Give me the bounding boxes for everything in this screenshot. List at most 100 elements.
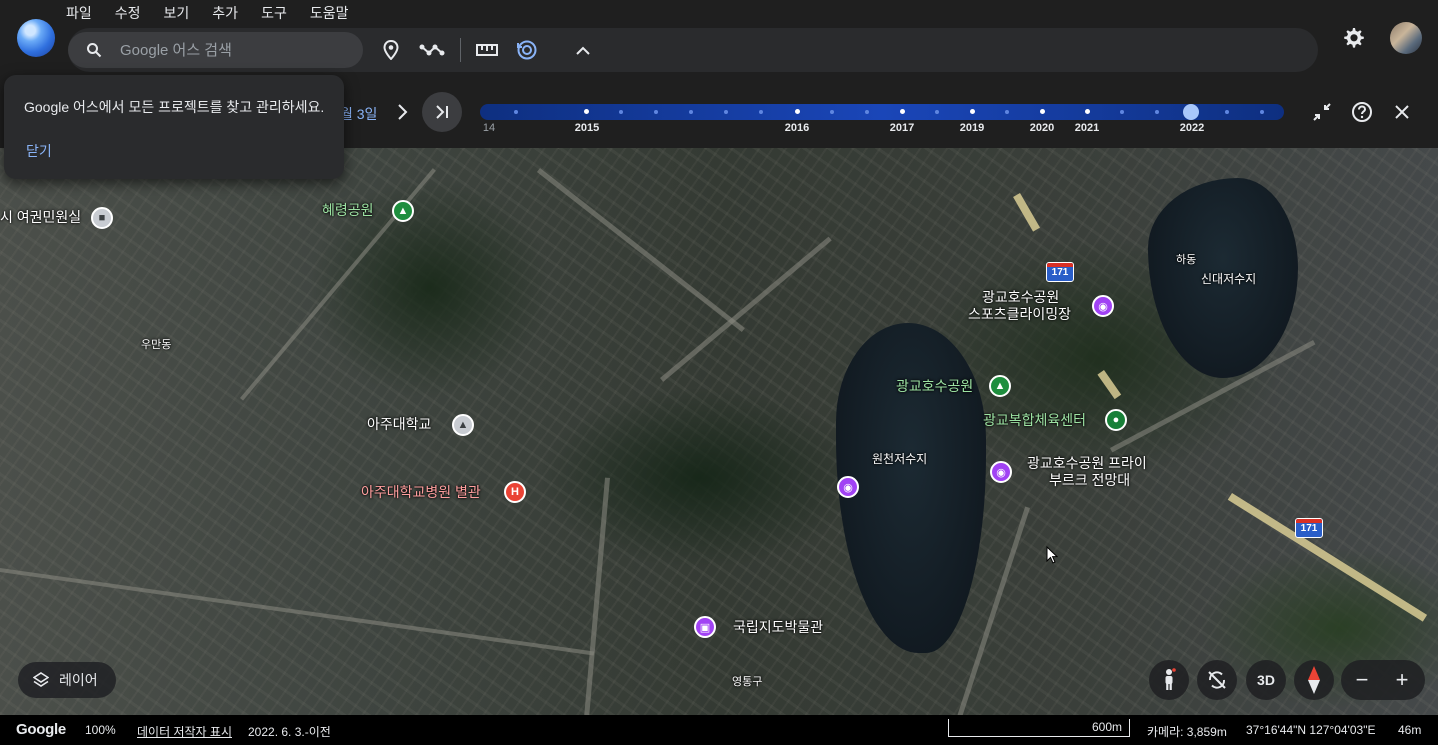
close-icon bbox=[1395, 105, 1409, 119]
search-icon bbox=[87, 43, 102, 58]
zoom-out-button[interactable]: − bbox=[1350, 668, 1374, 692]
account-avatar[interactable] bbox=[1390, 22, 1422, 54]
reset-tilt-button[interactable] bbox=[1197, 660, 1237, 700]
museum-pin-icon[interactable]: ▣ bbox=[694, 616, 716, 638]
label-freiburg-line1[interactable]: 광교호수공원 프라이 bbox=[1027, 455, 1147, 472]
label-yeongtong: 영통구 bbox=[732, 676, 763, 688]
menu-file[interactable]: 파일 bbox=[66, 4, 102, 22]
timeline-year-2020[interactable]: 2020 bbox=[1030, 122, 1054, 134]
measure-button[interactable] bbox=[475, 38, 499, 62]
timeline-start-fragment: 14 bbox=[482, 122, 496, 134]
zoom-in-button[interactable]: + bbox=[1390, 668, 1414, 692]
timeline-tick[interactable] bbox=[724, 110, 728, 114]
timeline-year-2019[interactable]: 2019 bbox=[960, 122, 984, 134]
timeline-tick[interactable] bbox=[1225, 110, 1229, 114]
timeline-next-button[interactable] bbox=[392, 102, 412, 122]
menu-tools[interactable]: 도구 bbox=[261, 4, 297, 22]
timeline-tick[interactable] bbox=[830, 110, 834, 114]
timeline-tick[interactable] bbox=[970, 109, 975, 114]
google-earth-app: ▲ 혜령공원 ■ 시 여권민원실 우만동 ▲ 아주대학교 H 아주대학교병원 별… bbox=[0, 0, 1438, 745]
timeline-tick[interactable] bbox=[514, 110, 518, 114]
chevron-up-icon bbox=[576, 46, 590, 55]
timeline-tick[interactable] bbox=[584, 109, 589, 114]
timeline-year-2017[interactable]: 2017 bbox=[890, 122, 914, 134]
data-attribution-link[interactable]: 데이터 저작자 표시 bbox=[137, 723, 232, 740]
layers-button[interactable]: 레이어 bbox=[18, 662, 116, 698]
timeline-year-2021[interactable]: 2021 bbox=[1075, 122, 1099, 134]
tooltip-close-button[interactable]: 닫기 bbox=[26, 141, 52, 161]
menu-add[interactable]: 추가 bbox=[212, 4, 248, 22]
sports-center-pin-icon[interactable]: ● bbox=[1105, 409, 1127, 431]
label-gwanggyo-lake-park[interactable]: 광교호수공원 bbox=[896, 378, 973, 395]
help-icon bbox=[1352, 102, 1372, 122]
viewpoint-pin-icon[interactable]: ◉ bbox=[837, 476, 859, 498]
timeline-tick[interactable] bbox=[1040, 109, 1045, 114]
timeline-year-2016[interactable]: 2016 bbox=[785, 122, 809, 134]
timeline-tick[interactable] bbox=[865, 110, 869, 114]
timeline-tick[interactable] bbox=[689, 110, 693, 114]
satellite-map[interactable]: ▲ 혜령공원 ■ 시 여권민원실 우만동 ▲ 아주대학교 H 아주대학교병원 별… bbox=[0, 148, 1438, 715]
timeline-tick[interactable] bbox=[900, 109, 905, 114]
label-gwanggyo-climbing-line2[interactable]: 스포츠클라이밍장 bbox=[968, 306, 1071, 323]
road-vertical-1 bbox=[584, 477, 610, 715]
label-gwanggyo-sports-center[interactable]: 광교복합체육센터 bbox=[983, 412, 1086, 429]
path-icon bbox=[419, 44, 445, 56]
label-national-map-museum[interactable]: 국립지도박물관 bbox=[733, 619, 823, 636]
label-women-center[interactable]: 시 여권민원실 bbox=[0, 209, 81, 226]
historical-imagery-button[interactable] bbox=[515, 38, 539, 62]
collapse-arrows-icon bbox=[1313, 103, 1331, 121]
road-diagonal-1 bbox=[536, 168, 745, 333]
timeline-tick[interactable] bbox=[1120, 110, 1124, 114]
timeline-latest-button[interactable] bbox=[422, 92, 462, 132]
timeline-close-button[interactable] bbox=[1390, 100, 1414, 124]
timeline-collapse-button[interactable] bbox=[1310, 100, 1334, 124]
label-sindae-reservoir: 신대저수지 bbox=[1201, 272, 1257, 286]
status-zoom-percent: 100% bbox=[85, 723, 116, 737]
timeline-track[interactable] bbox=[480, 104, 1284, 120]
label-hyeryeong-park[interactable]: 혜령공원 bbox=[322, 202, 374, 219]
toggle-3d-button[interactable]: 3D bbox=[1246, 660, 1286, 700]
road-horizontal-1 bbox=[0, 568, 595, 656]
menu-help[interactable]: 도움말 bbox=[310, 4, 359, 22]
collapse-toolbar-button[interactable] bbox=[571, 38, 595, 62]
path-button[interactable] bbox=[418, 38, 446, 62]
label-freiburg-line2[interactable]: 부르크 전망대 bbox=[1049, 472, 1130, 489]
climbing-pin-icon[interactable]: ◉ bbox=[1092, 295, 1114, 317]
label-ajou-university[interactable]: 아주대학교 bbox=[367, 416, 431, 433]
timeline-year-2015[interactable]: 2015 bbox=[575, 122, 599, 134]
school-pin-icon[interactable]: ▲ bbox=[452, 414, 474, 436]
timeline-tick[interactable] bbox=[795, 109, 800, 114]
toolbar-divider bbox=[460, 38, 461, 62]
placemark-button[interactable] bbox=[379, 38, 403, 62]
timeline-help-button[interactable] bbox=[1350, 100, 1374, 124]
lake-park-pin-icon[interactable]: ▲ bbox=[989, 375, 1011, 397]
ruler-icon bbox=[476, 44, 498, 56]
government-pin-icon[interactable]: ■ bbox=[91, 207, 113, 229]
timeline-tick[interactable] bbox=[759, 110, 763, 114]
park-pin-icon[interactable]: ▲ bbox=[392, 200, 414, 222]
hospital-pin-icon[interactable]: H bbox=[504, 481, 526, 503]
highway-171-east bbox=[1227, 493, 1428, 622]
search-box bbox=[68, 32, 363, 68]
timeline-selected-handle[interactable] bbox=[1183, 104, 1199, 120]
compass-button[interactable] bbox=[1294, 660, 1334, 700]
label-gwanggyo-climbing-line1[interactable]: 광교호수공원 bbox=[982, 289, 1059, 306]
coordinates-readout: 37°16'44"N 127°04'03"E bbox=[1246, 723, 1376, 737]
menu-edit[interactable]: 수정 bbox=[115, 4, 151, 22]
timeline-tick[interactable] bbox=[1005, 110, 1009, 114]
timeline-tick[interactable] bbox=[1260, 110, 1264, 114]
timeline-tick[interactable] bbox=[935, 110, 939, 114]
timeline-tick[interactable] bbox=[1155, 110, 1159, 114]
label-ajou-hospital[interactable]: 아주대학교병원 별관 bbox=[361, 484, 481, 501]
timeline-year-2022[interactable]: 2022 bbox=[1180, 122, 1204, 134]
menu-view[interactable]: 보기 bbox=[164, 4, 200, 22]
search-input[interactable] bbox=[120, 32, 350, 68]
label-wonchun-reservoir: 원천저수지 bbox=[872, 452, 928, 466]
google-earth-logo-icon[interactable] bbox=[17, 19, 55, 57]
timeline-tick[interactable] bbox=[619, 110, 623, 114]
timeline-tick[interactable] bbox=[654, 110, 658, 114]
settings-button[interactable] bbox=[1341, 26, 1365, 50]
street-view-button[interactable] bbox=[1149, 660, 1189, 700]
timeline-tick[interactable] bbox=[1085, 109, 1090, 114]
observatory-pin-icon[interactable]: ◉ bbox=[990, 461, 1012, 483]
